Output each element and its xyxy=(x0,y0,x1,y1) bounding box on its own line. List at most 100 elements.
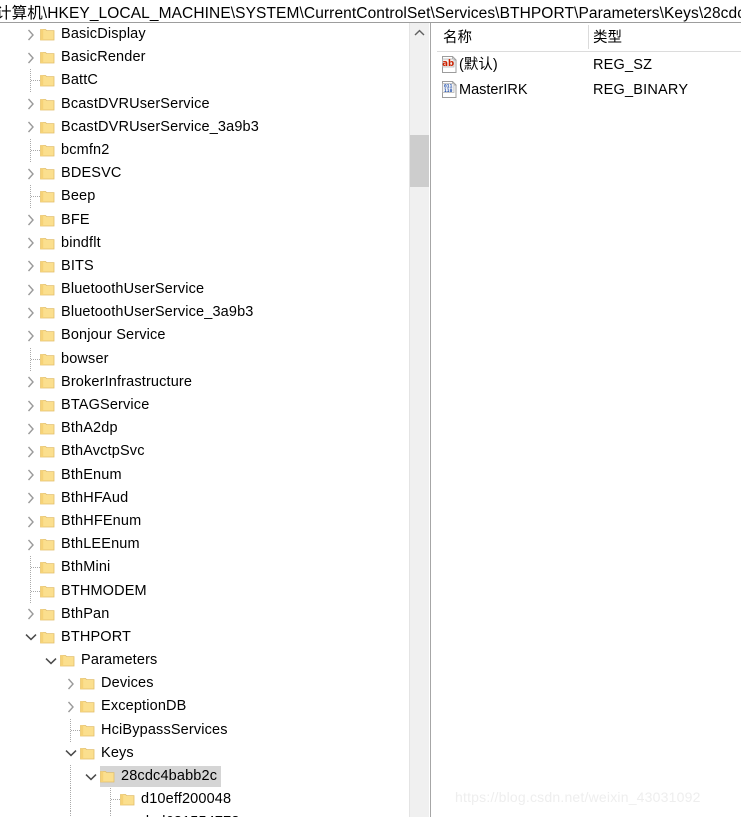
tree-item[interactable]: BthLEEnum xyxy=(40,534,144,555)
tree-row[interactable]: bcmfn2 xyxy=(0,138,410,163)
tree-item[interactable]: BcastDVRUserService xyxy=(40,94,214,115)
column-header-type[interactable]: 类型 xyxy=(593,26,622,47)
tree-row[interactable]: BattC xyxy=(0,69,410,93)
tree-item[interactable]: d10eff200048 xyxy=(120,789,235,810)
tree-item[interactable]: BluetoothUserService xyxy=(40,279,208,300)
tree-item[interactable]: Parameters xyxy=(60,650,161,671)
tree-item[interactable]: BasicRender xyxy=(40,47,150,68)
chevron-right-icon[interactable] xyxy=(22,93,39,116)
chevron-right-icon[interactable] xyxy=(22,46,39,69)
tree-row[interactable]: BthHFEnum xyxy=(0,510,410,533)
value-row[interactable]: 011 110 MasterIRK REG_BINARY xyxy=(437,78,741,102)
tree-row[interactable]: BthA2dp xyxy=(0,417,410,440)
tree-row[interactable]: BthMini xyxy=(0,556,410,580)
scroll-up-button[interactable] xyxy=(410,23,429,42)
tree-row[interactable]: Devices xyxy=(0,672,410,695)
tree-item[interactable]: bindflt xyxy=(40,233,105,254)
tree-row[interactable]: BcastDVRUserService xyxy=(0,93,410,116)
tree-item[interactable]: Beep xyxy=(40,186,99,207)
tree-item[interactable]: HciBypassServices xyxy=(80,720,232,741)
tree-item[interactable]: BthA2dp xyxy=(40,418,122,439)
tree-row[interactable]: bindflt xyxy=(0,232,410,255)
tree-item[interactable]: BthMini xyxy=(40,557,114,578)
chevron-right-icon[interactable] xyxy=(22,371,39,394)
tree-row[interactable]: BthHFAud xyxy=(0,487,410,510)
tree-item[interactable]: BTHPORT xyxy=(40,627,135,648)
tree-row[interactable]: BluetoothUserService xyxy=(0,278,410,301)
tree-row[interactable]: BluetoothUserService_3a9b3 xyxy=(0,301,410,324)
tree-row[interactable]: BthAvctpSvc xyxy=(0,440,410,463)
chevron-right-icon[interactable] xyxy=(22,301,39,324)
tree-row[interactable]: BasicRender xyxy=(0,46,410,69)
tree-row[interactable]: BTHPORT xyxy=(0,626,410,649)
tree-item[interactable]: Bonjour Service xyxy=(40,325,170,346)
tree-row[interactable]: Parameters xyxy=(0,649,410,672)
tree-item[interactable]: BTAGService xyxy=(40,395,153,416)
tree-row[interactable]: BTAGService xyxy=(0,394,410,417)
chevron-right-icon[interactable] xyxy=(22,255,39,278)
chevron-down-icon[interactable] xyxy=(22,626,39,649)
tree-row[interactable]: BthLEEnum xyxy=(0,533,410,556)
chevron-right-icon[interactable] xyxy=(22,510,39,533)
chevron-right-icon[interactable] xyxy=(22,603,39,626)
chevron-right-icon[interactable] xyxy=(22,324,39,347)
tree-row[interactable]: BrokerInfrastructure xyxy=(0,371,410,394)
chevron-right-icon[interactable] xyxy=(22,440,39,463)
chevron-down-icon[interactable] xyxy=(62,742,79,765)
tree-row[interactable]: BasicDisplay xyxy=(0,23,410,46)
chevron-right-icon[interactable] xyxy=(22,162,39,185)
tree-row[interactable]: BthEnum xyxy=(0,464,410,487)
tree-item[interactable]: BthPan xyxy=(40,604,113,625)
tree-row[interactable]: ExceptionDB xyxy=(0,695,410,718)
tree-row[interactable]: BthPan xyxy=(0,603,410,626)
chevron-right-icon[interactable] xyxy=(22,209,39,232)
tree-row[interactable]: Beep xyxy=(0,185,410,209)
tree-item[interactable]: Devices xyxy=(80,673,158,694)
chevron-down-icon[interactable] xyxy=(82,765,99,788)
chevron-right-icon[interactable] xyxy=(62,695,79,718)
tree-item[interactable]: BthHFAud xyxy=(40,488,132,509)
tree-item[interactable]: ExceptionDB xyxy=(80,696,190,717)
tree-item[interactable]: bowser xyxy=(40,349,113,370)
chevron-right-icon[interactable] xyxy=(22,232,39,255)
column-header-name[interactable]: 名称 xyxy=(443,26,472,47)
tree-item[interactable]: BthEnum xyxy=(40,465,126,486)
tree-row[interactable]: Bonjour Service xyxy=(0,324,410,347)
tree-vertical-scrollbar[interactable] xyxy=(409,23,429,817)
chevron-right-icon[interactable] xyxy=(22,533,39,556)
chevron-right-icon[interactable] xyxy=(22,394,39,417)
tree-row[interactable]: d10eff200048 xyxy=(0,788,410,812)
chevron-right-icon[interactable] xyxy=(22,487,39,510)
tree-row[interactable]: BDESVC xyxy=(0,162,410,185)
tree-row[interactable]: BFE xyxy=(0,209,410,232)
tree-item[interactable]: bcmfn2 xyxy=(40,140,113,161)
tree-item[interactable]: BTHMODEM xyxy=(40,581,151,602)
address-bar[interactable]: 计算机\HKEY_LOCAL_MACHINE\SYSTEM\CurrentCon… xyxy=(0,0,741,23)
tree-item[interactable]: BattC xyxy=(40,70,102,91)
tree-item[interactable]: BFE xyxy=(40,210,94,231)
scrollbar-thumb[interactable] xyxy=(410,135,429,187)
tree-item[interactable]: BrokerInfrastructure xyxy=(40,372,196,393)
tree-row[interactable]: Keys xyxy=(0,742,410,765)
tree-item[interactable]: BITS xyxy=(40,256,98,277)
chevron-right-icon[interactable] xyxy=(22,417,39,440)
tree-row[interactable]: BITS xyxy=(0,255,410,278)
tree-row[interactable]: BcastDVRUserService_3a9b3 xyxy=(0,116,410,139)
value-row[interactable]: ab (默认) REG_SZ xyxy=(437,53,741,77)
tree-row[interactable]: bowser xyxy=(0,347,410,371)
chevron-right-icon[interactable] xyxy=(22,116,39,139)
chevron-right-icon[interactable] xyxy=(22,464,39,487)
tree-row[interactable]: 28cdc4babb2c xyxy=(0,765,410,789)
tree-item[interactable]: BDESVC xyxy=(40,163,126,184)
tree-item[interactable]: BthHFEnum xyxy=(40,511,145,532)
tree-item[interactable]: BcastDVRUserService_3a9b3 xyxy=(40,117,263,138)
tree-row[interactable]: dad631554773 xyxy=(0,811,410,817)
tree-row[interactable]: BTHMODEM xyxy=(0,579,410,603)
chevron-down-icon[interactable] xyxy=(42,649,59,672)
tree-item-selected[interactable]: 28cdc4babb2c xyxy=(100,766,222,787)
tree-item[interactable]: BthAvctpSvc xyxy=(40,441,149,462)
tree-item[interactable]: BasicDisplay xyxy=(40,24,150,45)
chevron-right-icon[interactable] xyxy=(22,278,39,301)
chevron-right-icon[interactable] xyxy=(62,672,79,695)
column-divider[interactable] xyxy=(588,25,589,49)
